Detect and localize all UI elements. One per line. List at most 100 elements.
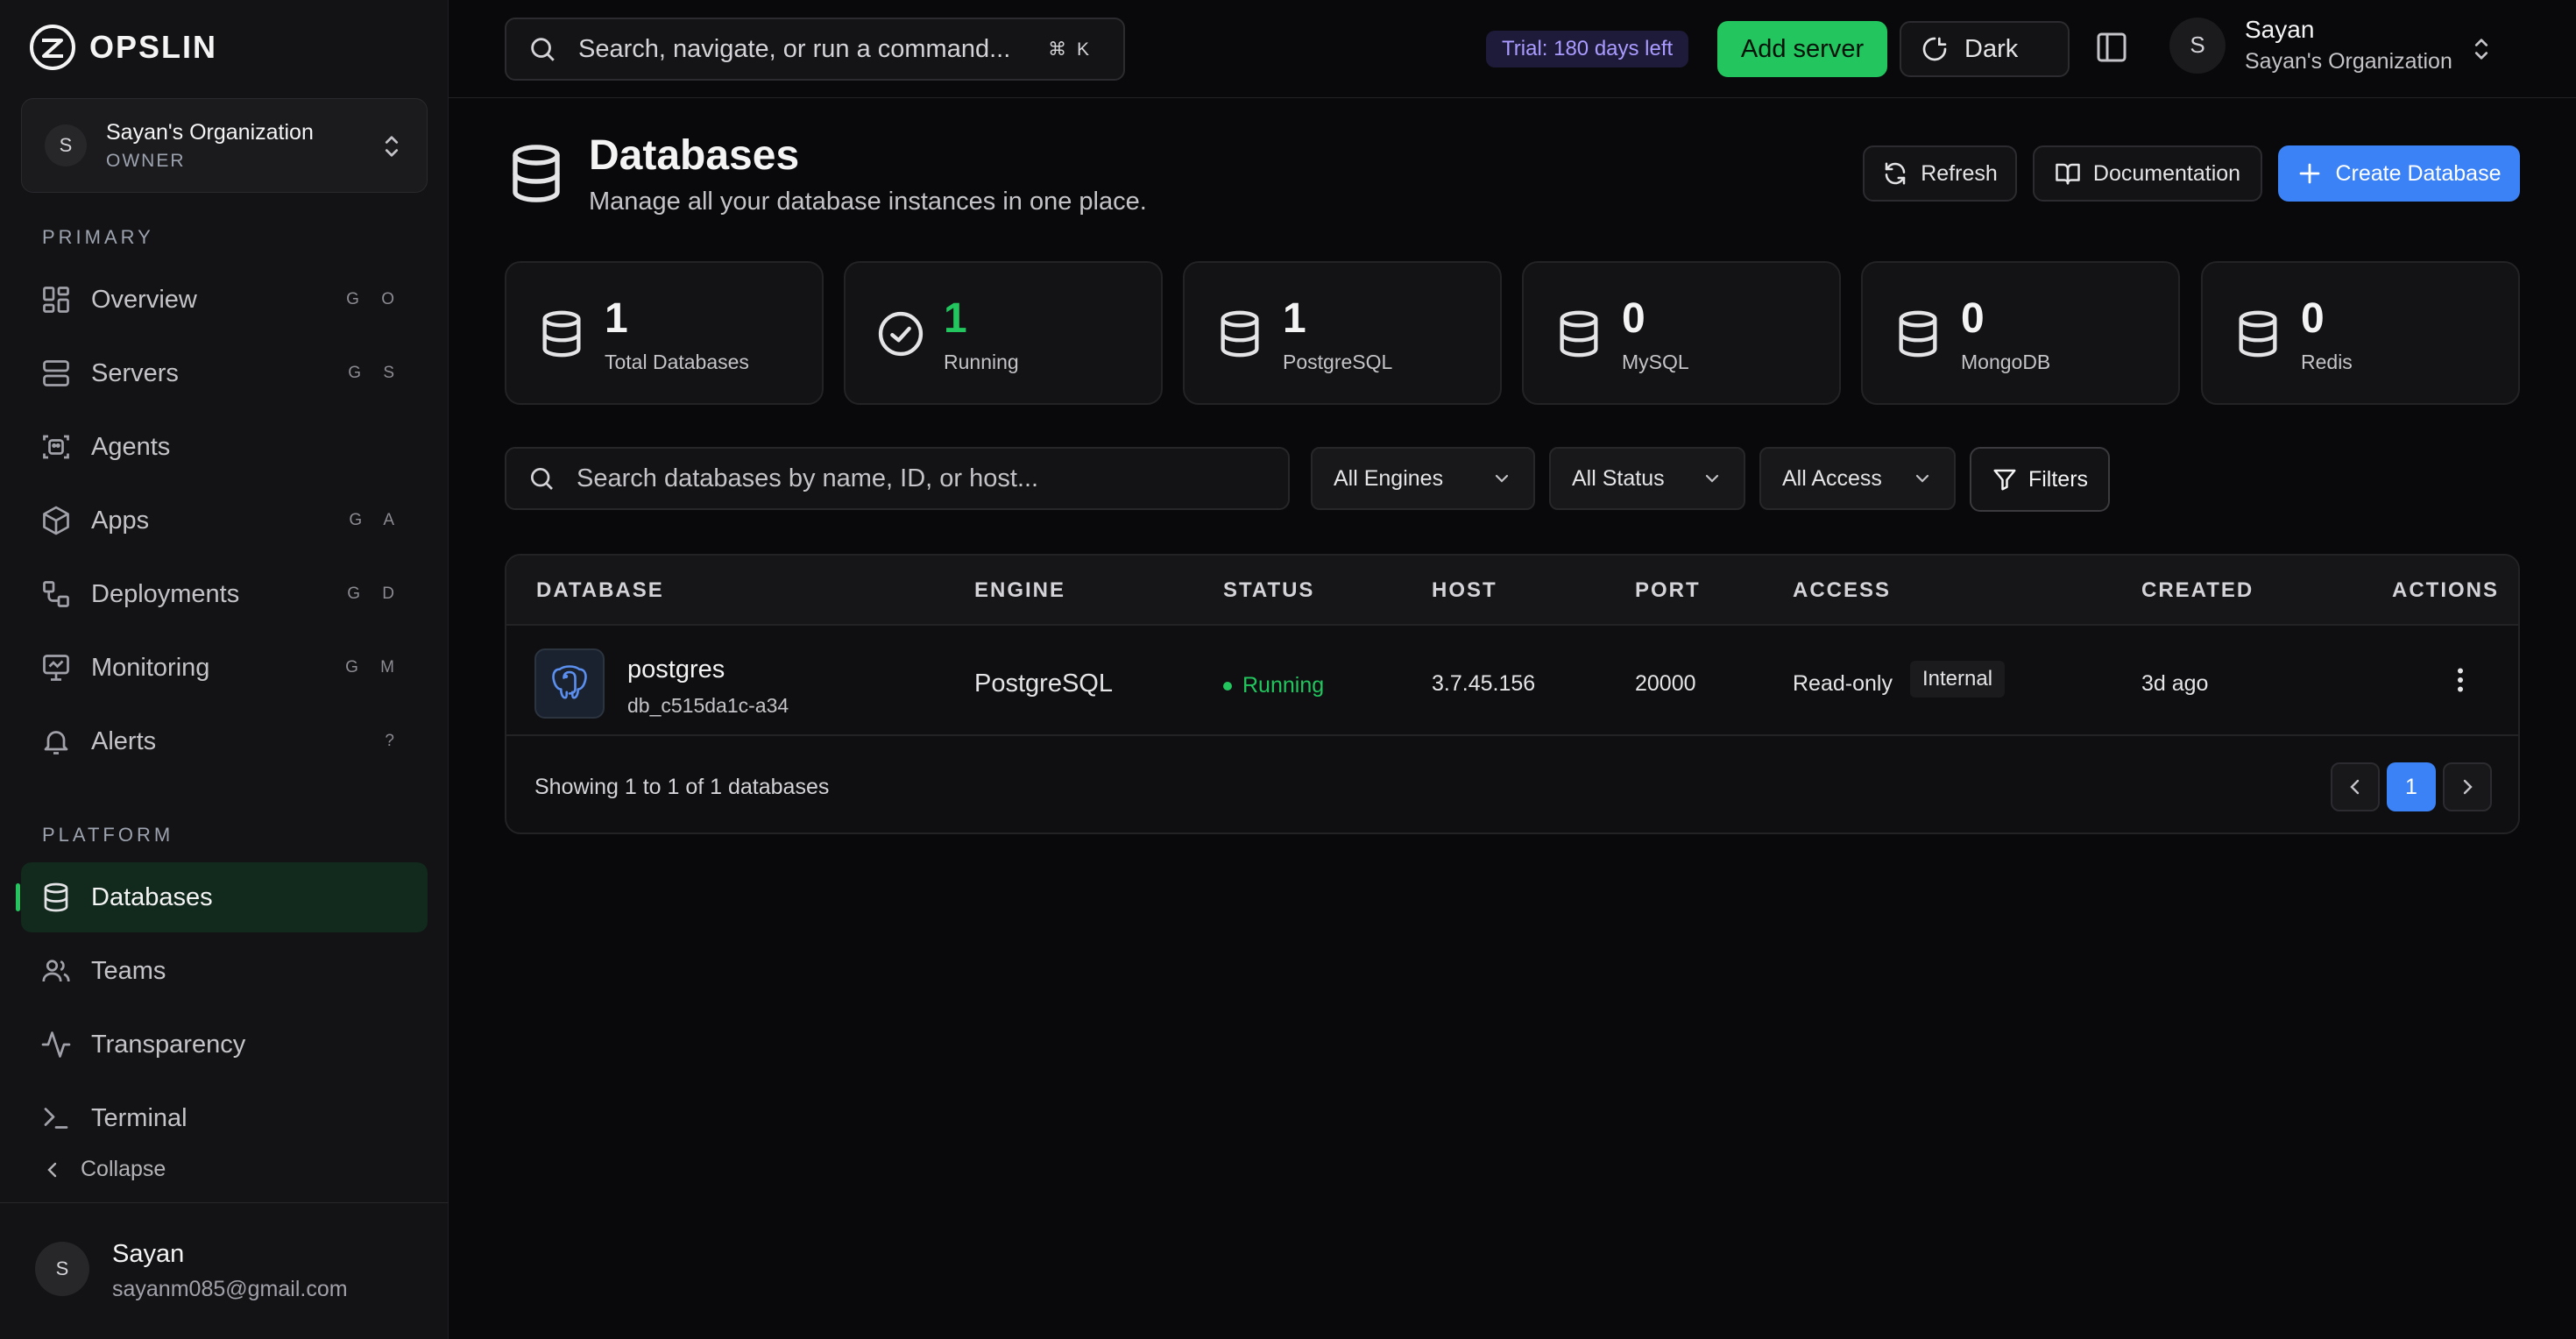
database-search-input[interactable]: Search databases by name, ID, or host...: [505, 447, 1290, 510]
sidebar-item-alerts[interactable]: Alerts ?: [21, 706, 428, 776]
status-badge: Running: [1223, 673, 1324, 698]
status-filter-value: All Status: [1572, 465, 1665, 491]
add-server-button[interactable]: Add server: [1717, 21, 1887, 77]
stat-label: MySQL: [1622, 351, 1689, 373]
user-profile[interactable]: S Sayan sayanm085@gmail.com: [0, 1202, 449, 1339]
refresh-button[interactable]: Refresh: [1863, 145, 2017, 202]
shortcut-hint: ?: [385, 732, 403, 750]
status-dot-icon: [1223, 681, 1232, 691]
port-cell: 20000: [1635, 671, 1696, 696]
column-header-port: PORT: [1635, 578, 1701, 602]
book-icon: [2056, 163, 2080, 185]
sidebar-item-teams[interactable]: Teams: [21, 936, 428, 1006]
search-icon: [531, 38, 555, 61]
shortcut-hint: ⌘ K: [1048, 39, 1092, 60]
sidebar-item-transparency[interactable]: Transparency: [21, 1010, 428, 1080]
account-menu[interactable]: S Sayan Sayan's Organization: [2169, 16, 2452, 74]
sidebar-item-monitoring[interactable]: Monitoring G M: [21, 633, 428, 703]
sidebar-item-apps[interactable]: Apps G A: [21, 485, 428, 556]
sidebar: OPSLIN S Sayan's Organization OWNER PRIM…: [0, 0, 449, 1339]
column-header-database: DATABASE: [536, 578, 664, 602]
database-id: db_c515da1c-a34: [627, 694, 789, 717]
account-org: Sayan's Organization: [2245, 49, 2452, 74]
status-text: Running: [1242, 673, 1325, 698]
plus-icon: [2300, 163, 2320, 184]
more-vertical-icon[interactable]: [2445, 664, 2476, 696]
search-icon: [531, 468, 553, 490]
collapse-sidebar-button[interactable]: Collapse: [42, 1157, 166, 1182]
database-icon: [44, 882, 68, 912]
pagination-summary: Showing 1 to 1 of 1 databases: [534, 775, 830, 799]
deploy-icon: [43, 581, 69, 607]
created-cell: 3d ago: [2141, 671, 2209, 696]
theme-label: Dark: [1964, 34, 2019, 63]
opslin-logo-icon: [30, 25, 75, 70]
table-header: DATABASE ENGINE STATUS HOST PORT ACCESS …: [506, 556, 2518, 626]
command-search-placeholder: Search, navigate, or run a command...: [578, 34, 1011, 63]
sidebar-item-servers[interactable]: Servers G S: [21, 338, 428, 408]
filters-label: Filters: [2028, 466, 2089, 492]
access-filter-select[interactable]: All Access: [1759, 447, 1956, 510]
avatar: S: [35, 1242, 89, 1296]
documentation-button[interactable]: Documentation: [2033, 145, 2262, 202]
shortcut-hint: G S: [348, 364, 403, 382]
chevron-updown-icon[interactable]: [2469, 35, 2494, 63]
monitor-icon: [43, 655, 69, 681]
sidebar-item-label: Agents: [91, 432, 171, 461]
shortcut-hint: G M: [345, 658, 403, 677]
sidebar-item-overview[interactable]: Overview G O: [21, 265, 428, 335]
database-icon: [513, 145, 560, 202]
stat-card-mysql: 0 MySQL: [1522, 261, 1841, 405]
page-button-current[interactable]: 1: [2387, 762, 2436, 811]
column-header-host: HOST: [1432, 578, 1497, 602]
stat-card-running: 1 Running: [844, 261, 1163, 405]
sidebar-item-databases[interactable]: Databases: [16, 862, 428, 932]
sidebar-item-deployments[interactable]: Deployments G D: [21, 559, 428, 629]
create-database-button[interactable]: Create Database: [2278, 145, 2520, 202]
org-name: Sayan's Organization: [106, 119, 314, 145]
stat-value: 1: [1283, 295, 1306, 342]
stat-card-postgresql: 1 PostgreSQL: [1183, 261, 1502, 405]
theme-icon: [1922, 37, 1947, 61]
org-switcher[interactable]: S Sayan's Organization OWNER: [21, 98, 428, 193]
access-tag: Internal: [1910, 661, 2006, 698]
activity-icon: [41, 1031, 71, 1058]
stat-label: Redis: [2301, 351, 2353, 373]
sidebar-item-label: Transparency: [91, 1030, 246, 1059]
terminal-icon: [44, 1108, 68, 1129]
stat-value: 1: [605, 295, 628, 342]
stat-value: 0: [1622, 295, 1645, 342]
database-name[interactable]: postgres: [627, 655, 725, 684]
database-search-placeholder: Search databases by name, ID, or host...: [577, 464, 1039, 492]
chevron-updown-icon: [385, 136, 399, 157]
topbar: Search, navigate, or run a command... ⌘ …: [449, 0, 2576, 98]
sidebar-item-label: Alerts: [91, 726, 157, 755]
engine-filter-select[interactable]: All Engines: [1311, 447, 1535, 510]
sidebar-item-agents[interactable]: Agents: [21, 412, 428, 482]
column-header-created: CREATED: [2141, 578, 2254, 602]
sidebar-item-label: Monitoring: [91, 653, 210, 682]
chevron-left-icon: [47, 1162, 57, 1177]
stat-label: PostgreSQL: [1283, 351, 1393, 373]
chevron-down-icon: [1495, 474, 1509, 483]
chevron-down-icon: [1915, 474, 1929, 483]
filters-button[interactable]: Filters: [1970, 447, 2110, 512]
next-page-button[interactable]: [2443, 762, 2492, 811]
engine-filter-value: All Engines: [1334, 465, 1444, 491]
filter-icon: [1993, 469, 2016, 491]
account-name: Sayan: [2245, 16, 2315, 43]
command-search-input[interactable]: Search, navigate, or run a command... ⌘ …: [505, 18, 1125, 81]
sidebar-toggle-icon[interactable]: [2094, 30, 2129, 65]
stat-card-mongodb: 0 MongoDB: [1861, 261, 2180, 405]
engine-cell: PostgreSQL: [974, 670, 1113, 698]
stat-label: Running: [944, 351, 1019, 373]
sidebar-item-terminal[interactable]: Terminal: [21, 1083, 428, 1153]
column-header-engine: ENGINE: [974, 578, 1066, 602]
brand-logo[interactable]: OPSLIN: [28, 23, 217, 72]
status-filter-select[interactable]: All Status: [1549, 447, 1745, 510]
table-row[interactable]: postgres db_c515da1c-a34 PostgreSQL Runn…: [506, 626, 2518, 736]
column-header-status: STATUS: [1223, 578, 1315, 602]
theme-toggle-button[interactable]: Dark: [1900, 21, 2070, 77]
prev-page-button[interactable]: [2331, 762, 2380, 811]
section-label-primary: PRIMARY: [42, 226, 154, 248]
